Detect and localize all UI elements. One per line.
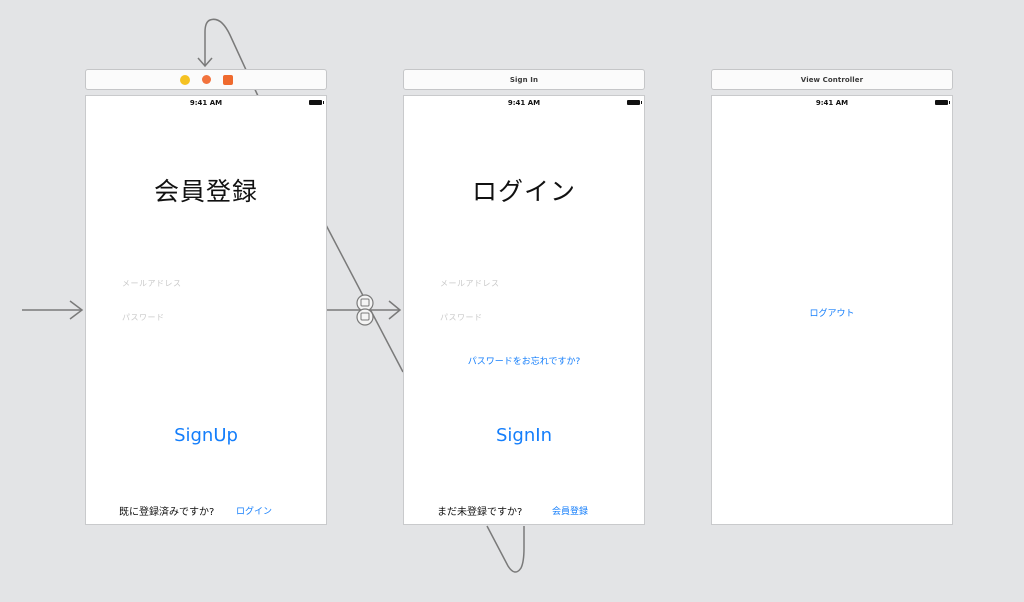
segue-icon[interactable] (356, 294, 374, 326)
device-screen[interactable]: 9:41 AM ログアウト (711, 95, 953, 525)
entry-arrow-icon (69, 300, 84, 320)
footer-text: まだ未登録ですか? (437, 507, 523, 518)
segue-arrowhead-top (197, 57, 213, 68)
scene-dock-bar[interactable]: View Controller (711, 69, 953, 90)
view-controller-icon[interactable] (179, 74, 190, 85)
exit-icon[interactable] (222, 74, 233, 85)
password-field[interactable]: パスワード (122, 312, 165, 323)
status-time: 9:41 AM (815, 99, 849, 107)
scene-dock-bar[interactable] (85, 69, 327, 90)
email-field[interactable]: メールアドレス (440, 278, 500, 289)
login-link[interactable]: ログイン (236, 504, 272, 517)
logout-button[interactable]: ログアウト (712, 306, 952, 319)
scene-title: Sign In (509, 75, 539, 84)
email-field[interactable]: メールアドレス (122, 278, 182, 289)
status-time: 9:41 AM (189, 99, 223, 107)
device-screen[interactable]: 9:41 AM ログイン メールアドレス パスワード パスワードをお忘れですか?… (403, 95, 645, 525)
first-responder-icon[interactable] (201, 75, 211, 84)
signin-button[interactable]: SignIn (404, 425, 644, 446)
signup-button[interactable]: SignUp (86, 425, 326, 446)
page-title: 会員登録 (153, 177, 258, 206)
battery-icon (935, 100, 950, 105)
status-time: 9:41 AM (507, 99, 541, 107)
segue-arrowhead-horizontal (388, 300, 402, 320)
footer-text: 既に登録済みですか? (119, 507, 215, 518)
battery-icon (309, 100, 324, 105)
segue-line-diagonal (325, 224, 404, 373)
page-title: ログイン (471, 177, 576, 206)
register-link[interactable]: 会員登録 (552, 504, 588, 517)
scene-title: View Controller (800, 75, 864, 84)
password-field[interactable]: パスワード (440, 312, 483, 323)
segue-line-bottom-loop (486, 525, 525, 573)
forgot-password-link[interactable]: パスワードをお忘れですか? (404, 354, 644, 367)
storyboard-canvas[interactable]: 9:41 AM 会員登録 メールアドレス パスワード SignUp 既に登録済み… (0, 0, 1024, 602)
device-screen[interactable]: 9:41 AM 会員登録 メールアドレス パスワード SignUp 既に登録済み… (85, 95, 327, 525)
battery-icon (627, 100, 642, 105)
scene-dock-bar[interactable]: Sign In (403, 69, 645, 90)
